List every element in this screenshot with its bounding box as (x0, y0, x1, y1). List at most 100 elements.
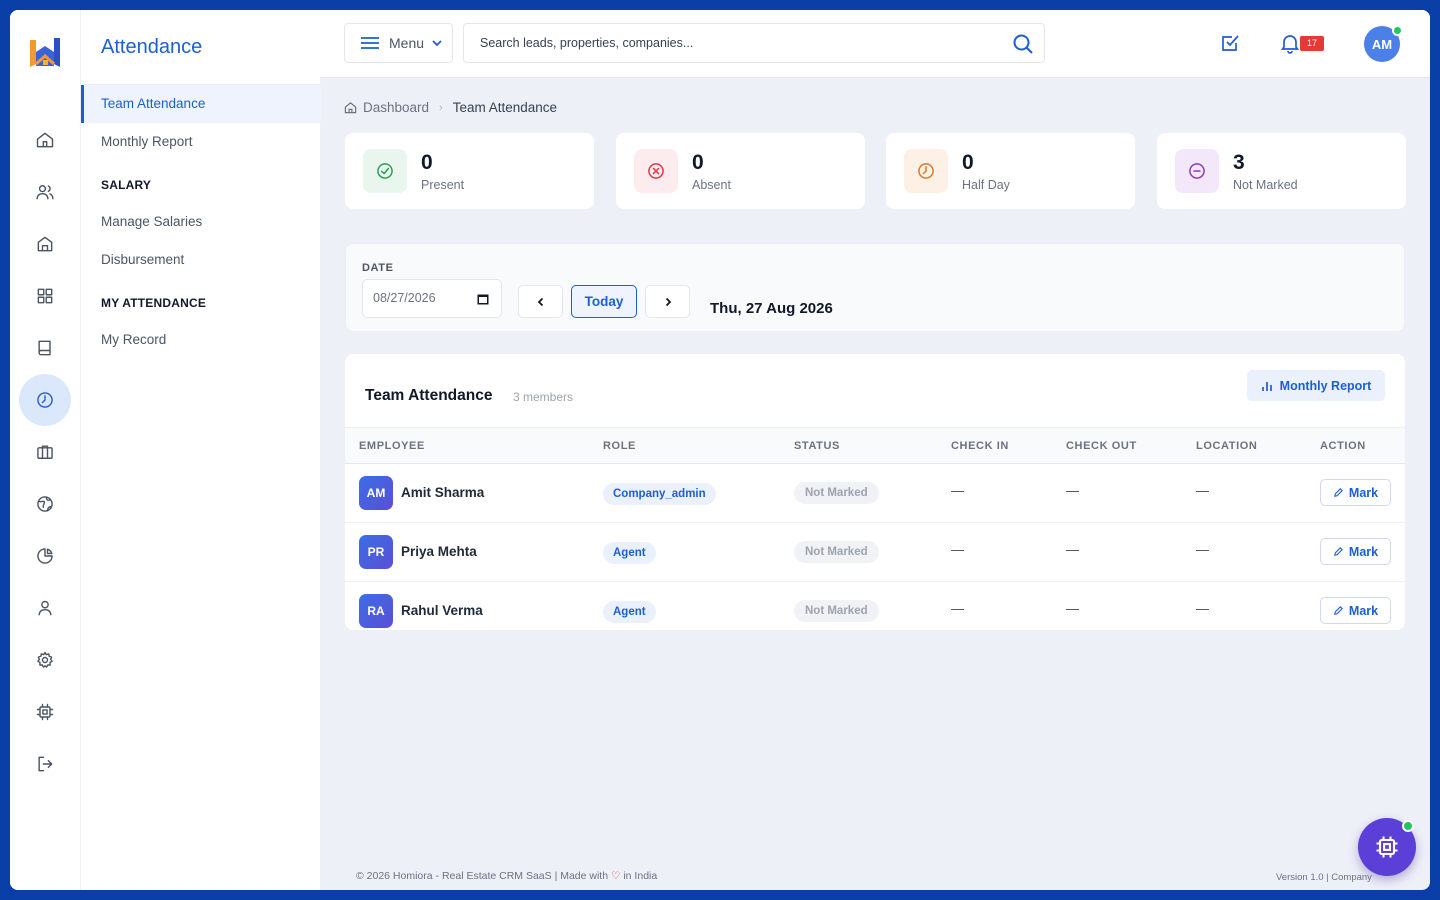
location-value: — (1196, 483, 1209, 498)
status-badge: Not Marked (794, 541, 879, 563)
assistant-online-dot (1402, 820, 1414, 832)
rail-properties[interactable] (19, 218, 71, 270)
briefcase-icon (37, 445, 53, 459)
pencil-icon (1334, 606, 1343, 615)
date-input-value: 08/27/2026 (373, 291, 436, 305)
stat-label: Present (421, 178, 465, 192)
rail-attendance[interactable] (19, 374, 71, 426)
subnav-item-my-record[interactable]: My Record (81, 321, 321, 359)
column-header: ROLE (603, 440, 636, 452)
status-badge: Not Marked (794, 482, 879, 504)
column-header: STATUS (794, 440, 840, 452)
logout-icon (38, 756, 53, 772)
subnav-item-monthly-report[interactable]: Monthly Report (81, 123, 321, 161)
rail-grid[interactable] (19, 270, 71, 322)
rail-reports[interactable] (19, 530, 71, 582)
footer-text-prefix: © 2026 Homiora - Real Estate CRM SaaS | … (356, 870, 609, 882)
subnav-item-manage-salaries[interactable]: Manage Salaries (81, 203, 321, 241)
role-badge: Agent (603, 601, 656, 623)
mark-label: Mark (1348, 485, 1379, 500)
date-filter-card: DATE 08/27/2026 Today Thu, 27 Aug 2026 (345, 243, 1405, 332)
subnav-item-disbursement[interactable]: Disbursement (81, 241, 321, 279)
rail-dashboard[interactable] (19, 114, 71, 166)
bar-chart-icon (1261, 381, 1272, 391)
employee-name: Amit Sharma (401, 485, 485, 500)
stat-value: 0 (962, 151, 974, 174)
hamburger-icon (361, 37, 379, 49)
next-day-button[interactable] (645, 285, 690, 318)
date-label: DATE (362, 262, 394, 274)
bell-icon[interactable] (1279, 32, 1301, 54)
column-header: ACTION (1320, 440, 1366, 452)
stat-value: 0 (692, 151, 704, 174)
check-out-value: — (1066, 601, 1079, 616)
attendance-subnav: Attendance Team Attendance Monthly Repor… (80, 10, 321, 890)
footer-copyright: © 2026 Homiora - Real Estate CRM SaaS | … (356, 870, 657, 882)
footer-version: Version 1.0 | Company (1276, 872, 1372, 883)
subnav-heading-salary: SALARY (101, 178, 152, 192)
monthly-report-button[interactable]: Monthly Report (1247, 370, 1385, 401)
team-attendance-card: Team Attendance 3 members Monthly Report… (345, 354, 1405, 630)
search-input[interactable] (480, 36, 1000, 50)
calendar-icon[interactable] (477, 293, 489, 305)
rail-profile[interactable] (19, 582, 71, 634)
tasks-checkbox-icon[interactable] (1219, 32, 1241, 54)
role-badge: Agent (603, 542, 656, 564)
app-window: Attendance Team Attendance Monthly Repor… (10, 10, 1430, 890)
chevron-down-icon (432, 40, 442, 47)
mark-attendance-button[interactable]: Mark (1320, 538, 1391, 565)
column-header: CHECK OUT (1066, 440, 1137, 452)
mark-attendance-button[interactable]: Mark (1320, 597, 1391, 624)
breadcrumb-dashboard-link[interactable]: Dashboard (363, 100, 429, 115)
menu-button[interactable]: Menu (344, 23, 453, 63)
menu-label: Menu (389, 35, 425, 51)
check-in-value: — (951, 483, 964, 498)
today-button[interactable]: Today (571, 285, 637, 318)
stat-label: Half Day (962, 178, 1010, 192)
employee-name: Rahul Verma (401, 603, 483, 618)
check-out-value: — (1066, 483, 1079, 498)
check-out-value: — (1066, 542, 1079, 557)
globe-icon (37, 496, 53, 512)
stat-value: 3 (1233, 151, 1245, 174)
date-input[interactable]: 08/27/2026 (362, 279, 502, 318)
table-row: PR Priya Mehta Agent Not Marked — — — Ma… (345, 523, 1405, 582)
profile-icon (38, 600, 52, 616)
footer-text-suffix: in India (623, 870, 658, 882)
employee-avatar: PR (359, 535, 393, 569)
mark-label: Mark (1348, 603, 1379, 618)
column-header: EMPLOYEE (359, 440, 425, 452)
rail-briefcase[interactable] (19, 426, 71, 478)
rail-logout[interactable] (19, 738, 71, 790)
mark-attendance-button[interactable]: Mark (1320, 479, 1391, 506)
location-value: — (1196, 542, 1209, 557)
stat-card-not-marked: 3 Not Marked (1157, 133, 1406, 209)
attendance-clock-icon (37, 392, 53, 408)
check-in-value: — (951, 542, 964, 557)
book-icon (38, 340, 51, 356)
rail-settings[interactable] (19, 634, 71, 686)
present-icon-box (363, 149, 407, 193)
subnav-item-team-attendance[interactable]: Team Attendance (81, 85, 321, 123)
half-day-icon-box (904, 149, 948, 193)
rail-globe[interactable] (19, 478, 71, 530)
pie-chart-icon (37, 548, 53, 564)
heart-icon: ♡ (611, 870, 621, 882)
notification-count-badge: 17 (1300, 36, 1325, 51)
online-status-dot (1392, 25, 1403, 36)
top-bar: Menu 17 AM (320, 10, 1430, 78)
rail-ai-chip[interactable] (19, 686, 71, 738)
stat-card-half-day: 0 Half Day (886, 133, 1135, 209)
home-icon (344, 102, 357, 114)
search-icon[interactable] (1012, 33, 1034, 55)
member-count: 3 members (513, 390, 574, 404)
location-value: — (1196, 601, 1209, 616)
homiora-logo[interactable] (27, 34, 63, 72)
rail-book[interactable] (19, 322, 71, 374)
absent-icon-box (634, 149, 678, 193)
previous-day-button[interactable] (518, 285, 563, 318)
table-row: RA Rahul Verma Agent Not Marked — — — Ma… (345, 582, 1405, 630)
check-in-value: — (951, 601, 964, 616)
subnav-title: Attendance (101, 36, 203, 58)
rail-users[interactable] (19, 166, 71, 218)
